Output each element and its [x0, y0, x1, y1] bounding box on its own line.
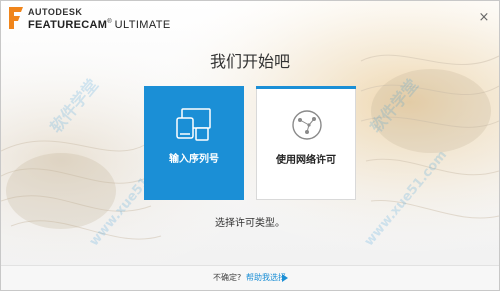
- product-name: FEATURECAM® ULTIMATE: [28, 19, 171, 31]
- devices-icon: [176, 108, 211, 141]
- help-me-choose-link[interactable]: 帮助我选择: [246, 272, 286, 283]
- network-license-option[interactable]: 使用网络许可: [256, 86, 356, 200]
- product-edition: ULTIMATE: [114, 19, 171, 31]
- trademark-symbol: ®: [107, 19, 112, 25]
- not-sure-text: 不确定?: [213, 273, 242, 282]
- network-license-label: 使用网络许可: [276, 155, 336, 166]
- product-name-strong: FEATURECAM: [28, 19, 108, 31]
- footer-bar: 不确定? 帮助我选择: [1, 265, 499, 290]
- autodesk-brand-label: AUTODESK: [28, 7, 83, 17]
- enter-serial-number-label: 输入序列号: [169, 154, 219, 165]
- background-machined-part-art: [1, 1, 499, 290]
- featurecam-logo-icon: [9, 7, 23, 29]
- close-button[interactable]: ×: [477, 11, 491, 25]
- network-card-accent-line: [256, 86, 356, 89]
- chevron-right-icon[interactable]: [282, 274, 288, 282]
- license-type-prompt: 选择许可类型。: [215, 218, 285, 229]
- setup-window: 软件学堂 软件学堂 www.xue51.com www.xue51.com AU…: [0, 0, 500, 291]
- enter-serial-number-option[interactable]: 输入序列号: [144, 86, 244, 200]
- network-globe-icon: [292, 110, 322, 140]
- page-title: 我们开始吧: [209, 52, 290, 71]
- title-bar: AUTODESK FEATURECAM® ULTIMATE ×: [1, 1, 499, 39]
